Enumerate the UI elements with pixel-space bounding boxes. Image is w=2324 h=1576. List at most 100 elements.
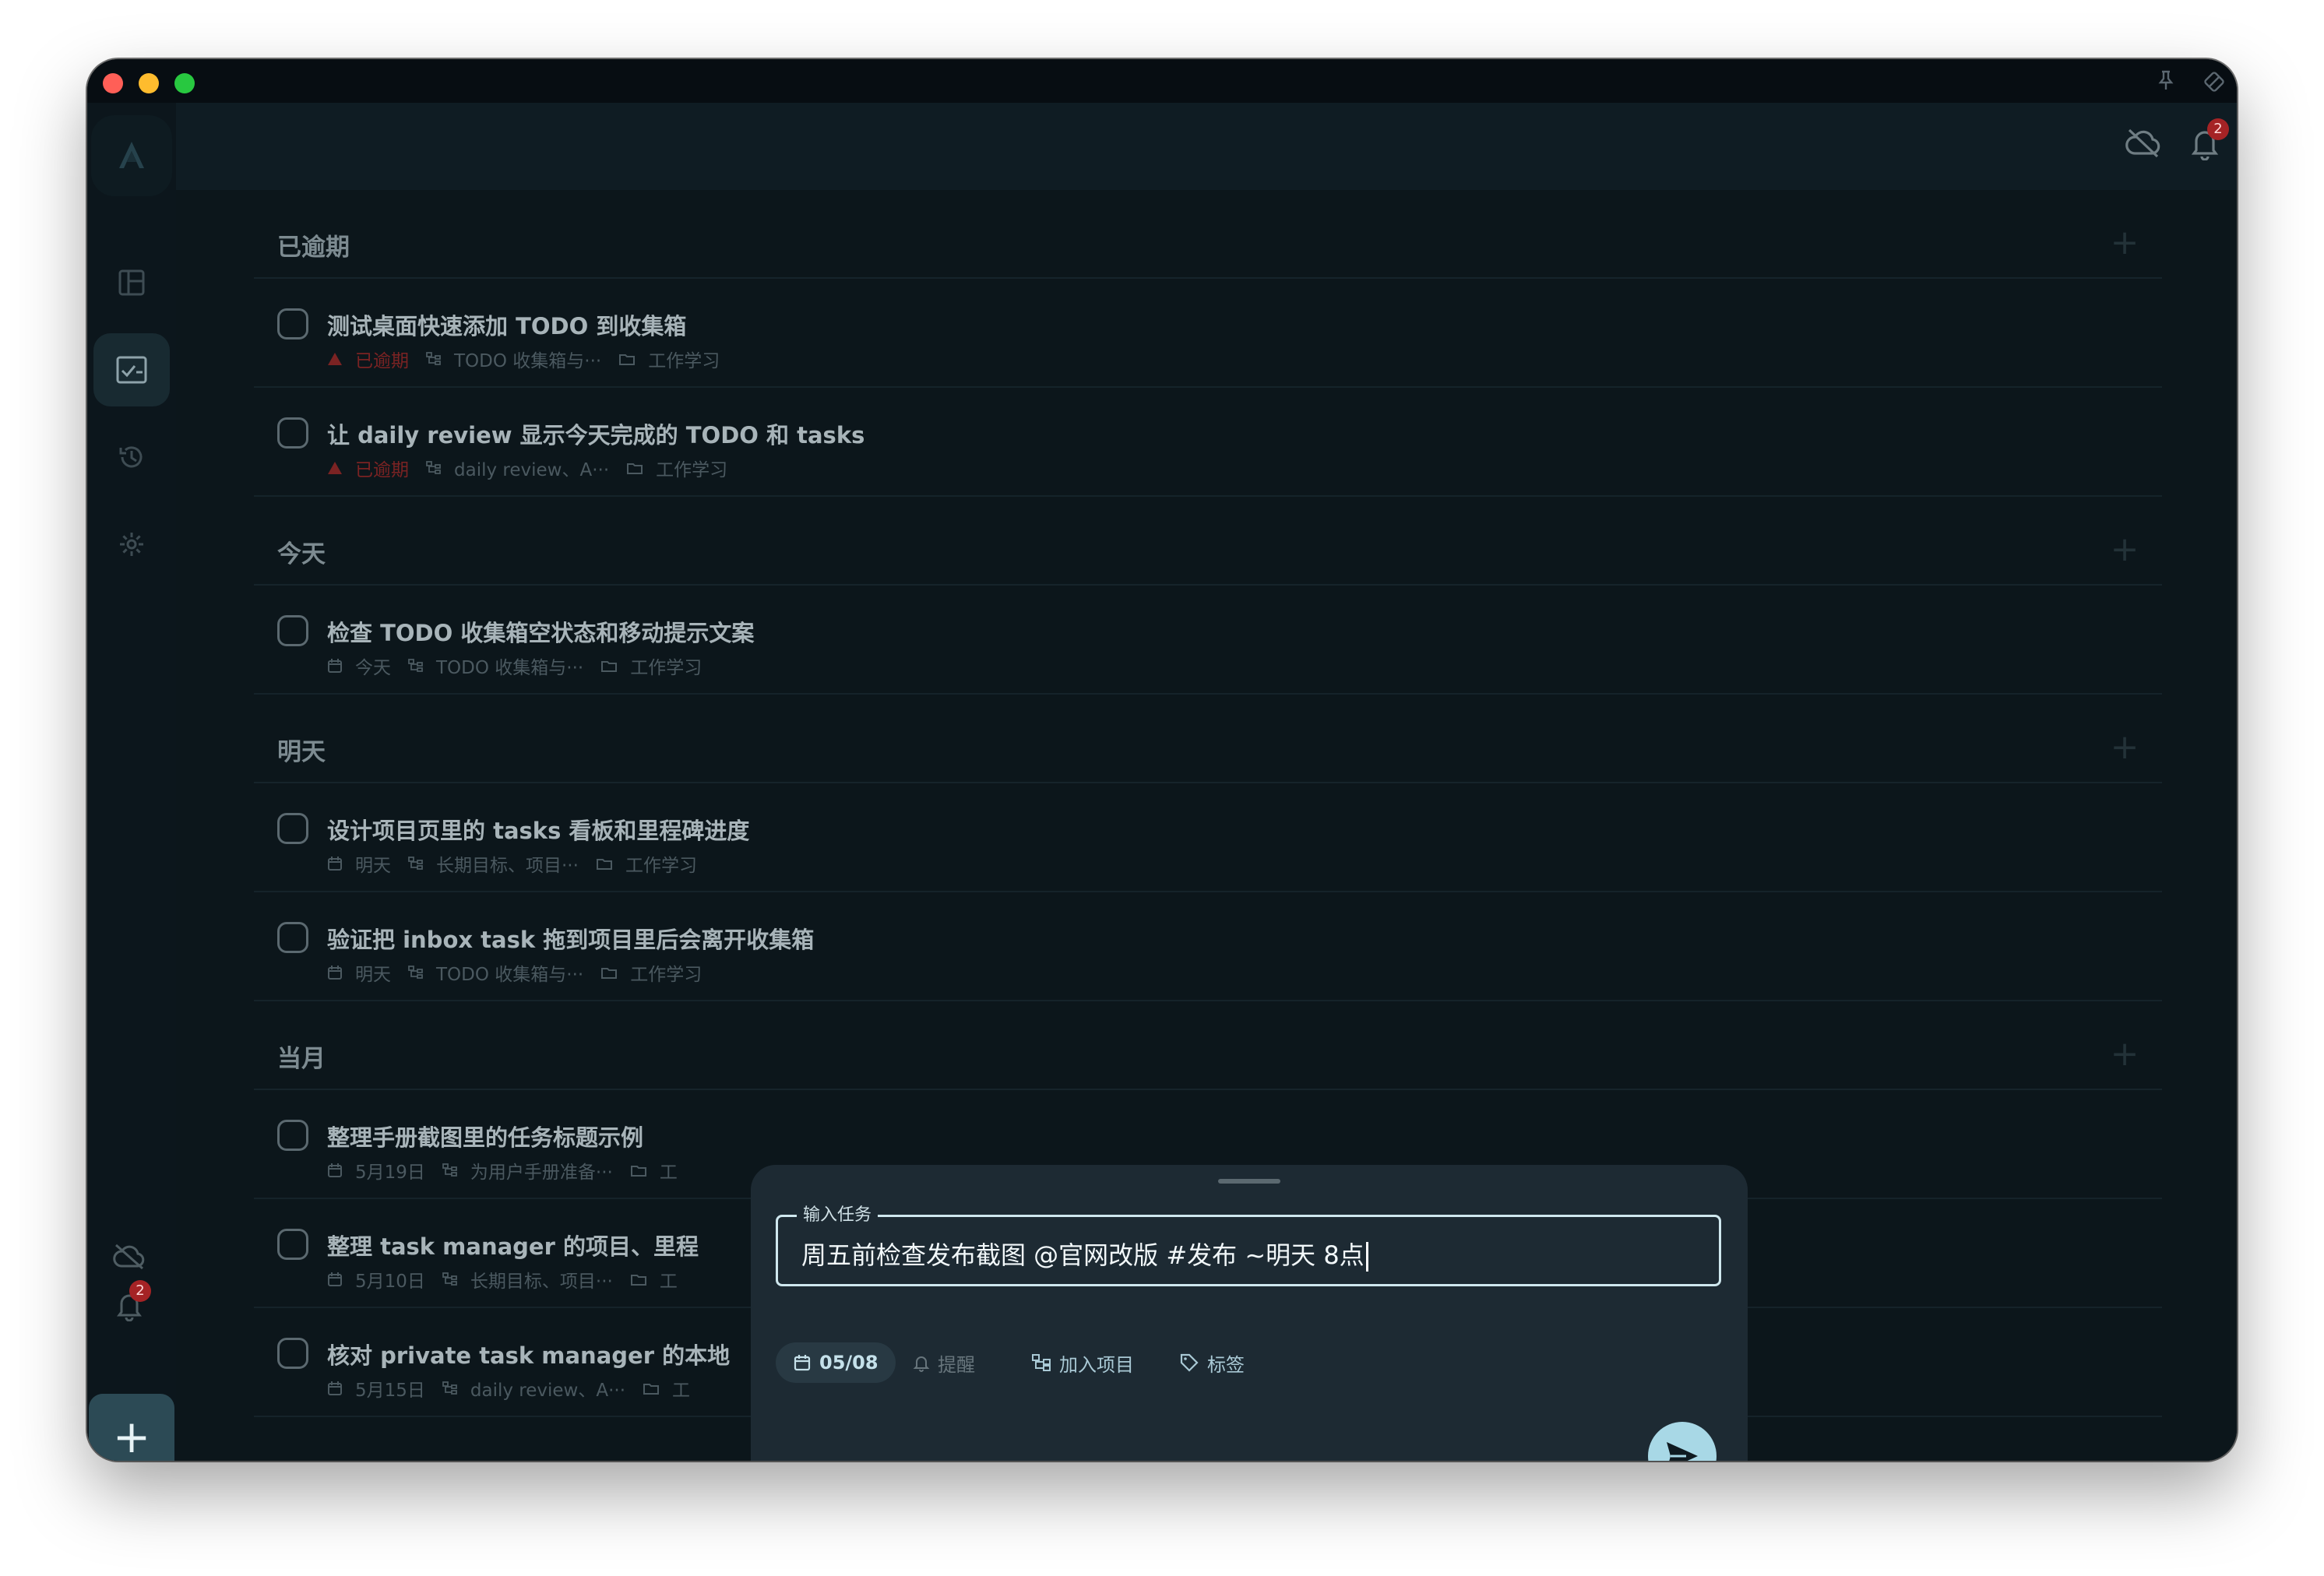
task-input-value: 周五前检查发布截图 @官网改版 #发布 ~明天 8点 [801,1240,1364,1270]
task-checkbox[interactable] [277,922,308,953]
zoom-window-button[interactable] [174,73,195,93]
task-area-label: 工 [659,1272,678,1292]
layout-icon [118,269,145,296]
task-meta: 今天 TODO 收集箱与··· 工作学习 [327,653,719,679]
date-chip[interactable]: 05/08 [776,1342,896,1383]
task-row[interactable]: 测试桌面快速添加 TODO 到收集箱已逾期 TODO 收集箱与··· 工作学习 [254,279,2162,388]
section-add-button[interactable]: + [2101,221,2148,268]
title-bar [87,59,2237,103]
task-meta: 明天 TODO 收集箱与··· 工作学习 [327,959,719,986]
task-title: 检查 TODO 收集箱空状态和移动提示文案 [327,620,755,646]
app-logo-icon[interactable] [91,115,172,196]
task-project: TODO 收集箱与··· [408,959,583,986]
date-chip-label: 05/08 [819,1352,879,1374]
task-date-label: 已逾期 [355,460,409,480]
section-add-button[interactable]: + [2101,528,2148,575]
task-title: 整理 task manager 的项目、里程 [327,1233,699,1260]
app-window: 2 + 2 已逾期 + 测试桌面快速添加 TODO 到收集箱 已逾期 TODO 收集箱与… [87,59,2237,1461]
calendar-icon [327,856,349,871]
task-input-label: 输入任务 [797,1205,879,1226]
task-area: 工 [630,1157,678,1184]
task-checkbox[interactable] [277,1338,308,1369]
sync-off-icon[interactable] [2125,126,2162,164]
project-tree-icon [408,856,430,871]
send-button[interactable] [1648,1422,1717,1461]
sidebar-item-settings[interactable] [93,508,170,581]
task-meta: 明天 长期目标、项目··· 工作学习 [327,850,714,877]
gear-icon [120,533,143,556]
pin-icon[interactable] [2157,70,2174,95]
calendar-icon [327,1163,349,1178]
task-date: 明天 [327,959,391,986]
task-meta: 已逾期 TODO 收集箱与··· 工作学习 [327,346,737,372]
calendar-icon [327,965,349,980]
notification-bell-icon[interactable]: 2 [111,1280,151,1324]
sheet-drag-handle[interactable] [1218,1179,1280,1184]
task-area-label: 工作学习 [630,658,702,678]
task-area-label: 工 [659,1163,678,1183]
task-area: 工 [643,1375,690,1402]
sidebar-item-tasks[interactable] [93,333,170,406]
folder-icon [626,460,650,476]
task-project: daily review、A··· [426,455,609,481]
close-window-button[interactable] [103,73,123,93]
tag-chip-label: 标签 [1207,1353,1245,1376]
task-checkbox[interactable] [277,1229,308,1260]
task-project: TODO 收集箱与··· [408,653,583,679]
task-project: 为用户手册准备··· [442,1157,613,1184]
minimize-window-button[interactable] [139,73,159,93]
add-task-button[interactable]: + [89,1394,174,1461]
task-date: 已逾期 [327,346,409,372]
task-project-label: 为用户手册准备··· [470,1163,613,1183]
calendar-icon [327,658,349,674]
history-icon [119,446,143,468]
task-area: 工作学习 [626,455,727,481]
task-row[interactable]: 验证把 inbox task 拖到项目里后会离开收集箱 明天 TODO 收集箱与··… [254,892,2162,1001]
sync-off-icon[interactable] [111,1238,148,1275]
sidebar-item-history[interactable] [93,420,170,494]
task-project-label: TODO 收集箱与··· [436,965,584,985]
project-tree-icon [408,658,430,674]
task-row[interactable]: 设计项目页里的 tasks 看板和里程碑进度 明天 长期目标、项目··· 工作学习 [254,783,2162,892]
task-date: 今天 [327,653,391,679]
task-project-label: 长期目标、项目··· [470,1272,613,1292]
task-project: 长期目标、项目··· [442,1266,613,1293]
calendar-icon [327,1272,349,1287]
task-title: 验证把 inbox task 拖到项目里后会离开收集箱 [327,927,815,953]
task-date: 5月10日 [327,1266,425,1293]
folder-icon [618,351,642,367]
task-date: 5月19日 [327,1157,425,1184]
text-caret [1365,1242,1368,1272]
section-add-button[interactable]: + [2101,1032,2148,1079]
task-project: daily review、A··· [442,1375,625,1402]
section-title: 今天 [277,540,326,568]
task-project-label: TODO 收集箱与··· [436,658,584,678]
task-title: 测试桌面快速添加 TODO 到收集箱 [327,313,687,339]
task-checkbox[interactable] [277,813,308,844]
add-to-project-chip[interactable]: 加入项目 [1031,1342,1134,1383]
reminder-chip[interactable]: 提醒 [913,1342,975,1383]
task-meta: 5月15日 daily review、A··· 工 [327,1375,707,1402]
section-header: 明天 + [254,695,2162,783]
task-area: 工作学习 [600,653,702,679]
task-row[interactable]: 检查 TODO 收集箱空状态和移动提示文案 今天 TODO 收集箱与··· 工作学习 [254,586,2162,695]
task-checkbox[interactable] [277,615,308,646]
tag-chip[interactable]: 标签 [1179,1342,1245,1383]
task-checkbox[interactable] [277,308,308,339]
task-title: 整理手册截图里的任务标题示例 [327,1124,644,1151]
task-checkbox[interactable] [277,1120,308,1151]
reminder-chip-label: 提醒 [938,1353,975,1376]
task-checkbox[interactable] [277,417,308,449]
section-add-button[interactable]: + [2101,726,2148,772]
project-tree-icon [408,965,430,980]
notification-bell-icon[interactable]: 2 [2188,118,2229,164]
window-mode-icon[interactable] [2203,70,2226,98]
task-row[interactable]: 让 daily review 显示今天完成的 TODO 和 tasks 已逾期 da… [254,388,2162,497]
task-input-field[interactable]: 输入任务 周五前检查发布截图 @官网改版 #发布 ~明天 8点 [776,1205,1721,1286]
notification-badge: 2 [129,1280,151,1302]
task-area-label: 工作学习 [625,856,697,876]
task-project: 长期目标、项目··· [408,850,579,877]
sidebar-item-dashboard[interactable] [93,246,170,319]
folder-icon [630,1163,653,1178]
project-tree-icon [442,1163,464,1178]
